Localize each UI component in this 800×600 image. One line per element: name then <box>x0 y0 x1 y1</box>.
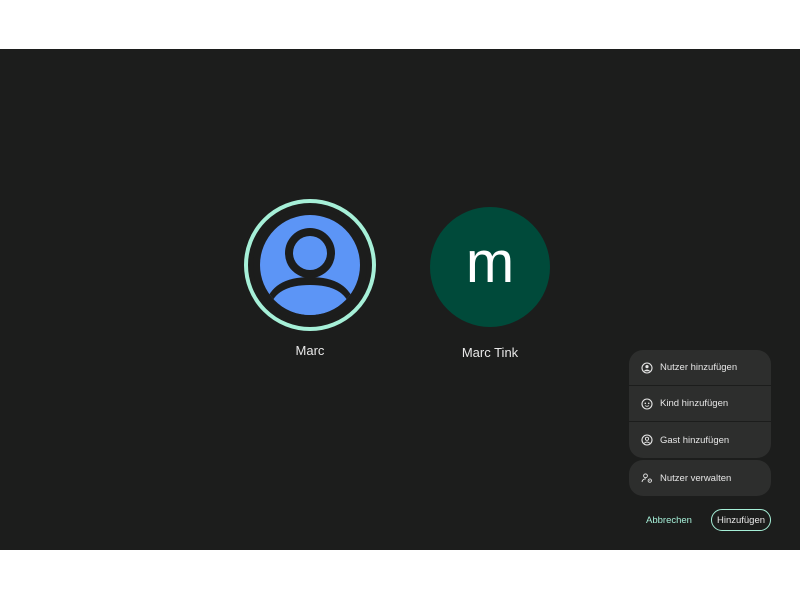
child-icon <box>641 397 653 410</box>
person-icon <box>265 228 355 315</box>
menu-item-manage-users[interactable]: Nutzer verwalten <box>629 460 771 496</box>
user-tile-marc[interactable]: Marc <box>240 199 380 358</box>
cancel-button[interactable]: Abbrechen <box>640 511 698 531</box>
menu-item-add-guest[interactable]: Gast hinzufügen <box>629 422 771 458</box>
manage-users-icon <box>641 472 653 484</box>
selected-ring <box>244 199 376 331</box>
user-name: Marc Tink <box>461 345 519 360</box>
guest-icon <box>641 434 653 446</box>
add-user-icon <box>641 361 653 374</box>
menu-item-add-user[interactable]: Nutzer hinzufügen <box>629 350 771 386</box>
user-name: Marc <box>295 343 325 358</box>
menu-item-label: Kind hinzufügen <box>660 398 729 409</box>
initial-avatar: m <box>430 207 550 327</box>
menu-item-label: Gast hinzufügen <box>660 434 730 446</box>
add-options-menu: Nutzer hinzufügen Kind hinzufügen Gast h… <box>629 350 771 458</box>
add-button[interactable]: Hinzufügen <box>711 509 771 531</box>
menu-item-label: Nutzer verwalten <box>660 472 732 484</box>
person-avatar <box>260 215 360 315</box>
menu-item-add-child[interactable]: Kind hinzufügen <box>629 386 771 422</box>
user-tile-marc-tink[interactable]: m Marc Tink <box>420 199 560 360</box>
menu-item-label: Nutzer hinzufügen <box>660 362 738 373</box>
user-switcher-screen: Marc m Marc Tink Nutzer hinzufügen Kind … <box>0 49 800 550</box>
manage-menu: Nutzer verwalten <box>629 460 771 496</box>
